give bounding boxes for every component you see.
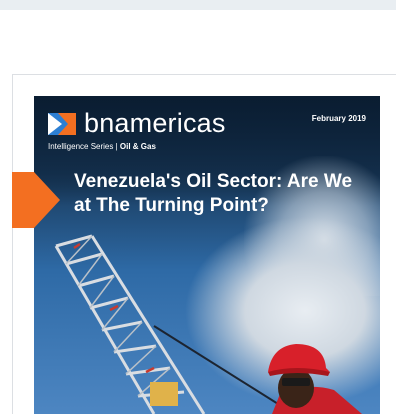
top-bar (0, 0, 396, 10)
worker-figure (268, 344, 362, 414)
rig-machinery (150, 382, 178, 406)
arrow-tab-icon (12, 172, 60, 228)
oil-rig-illustration (54, 234, 362, 414)
red-derrick-beams (73, 242, 155, 374)
hard-hat-icon (268, 344, 330, 372)
drilling-derrick (54, 234, 206, 414)
